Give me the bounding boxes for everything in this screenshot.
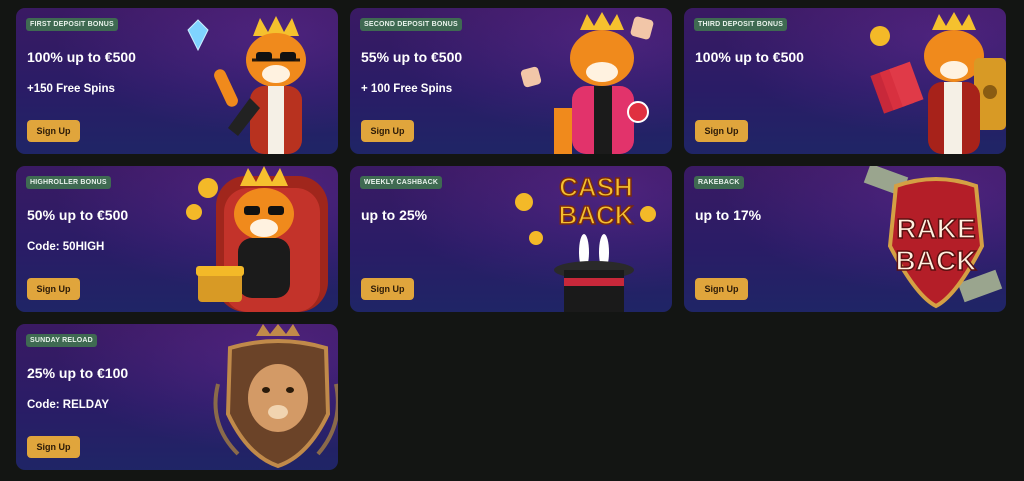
rakeback-shield-icon: RAKE BACK (836, 166, 1006, 312)
promo-badge: WEEKLY CASHBACK (360, 176, 443, 189)
promo-subtitle: Code: RELDAY (27, 399, 109, 411)
sign-up-button[interactable]: Sign Up (27, 120, 80, 142)
promo-subtitle: Code: 50HIGH (27, 241, 105, 253)
promo-subtitle: + 100 Free Spins (361, 83, 453, 95)
promo-title: 25% up to €100 (27, 365, 129, 381)
promo-card-weekly-cashback: WEEKLY CASHBACK up to 25% Sign Up CASH B… (350, 166, 672, 312)
promo-title: 55% up to €500 (361, 49, 463, 65)
sign-up-button[interactable]: Sign Up (695, 278, 748, 300)
promo-card-second-deposit: SECOND DEPOSIT BONUS 55% up to €500 + 10… (350, 8, 672, 154)
art-text-rake: RAKE (896, 213, 975, 244)
sign-up-button[interactable]: Sign Up (361, 120, 414, 142)
promo-title: 100% up to €500 (695, 49, 804, 65)
promo-card-sunday-reload: SUNDAY RELOAD 25% up to €100 Code: RELDA… (16, 324, 338, 470)
tiger-crest-icon (168, 324, 338, 470)
tiger-diamond-icon (168, 8, 338, 154)
tiger-dice-icon (502, 8, 672, 154)
sign-up-button[interactable]: Sign Up (695, 120, 748, 142)
promo-subtitle: +150 Free Spins (27, 83, 115, 95)
art-text-back: BACK (896, 245, 977, 276)
promo-card-rakeback: RAKEBACK up to 17% Sign Up RAKE BACK (684, 166, 1006, 312)
promo-badge: RAKEBACK (694, 176, 744, 189)
art-text-back: BACK (558, 200, 633, 230)
tiger-king-throne-icon (168, 166, 338, 312)
cashback-magic-hat-icon: CASH BACK (502, 166, 672, 312)
promo-badge: SECOND DEPOSIT BONUS (360, 18, 462, 31)
promo-card-first-deposit: FIRST DEPOSIT BONUS 100% up to €500 +150… (16, 8, 338, 154)
promo-title: 50% up to €500 (27, 207, 129, 223)
sign-up-button[interactable]: Sign Up (27, 278, 80, 300)
sign-up-button[interactable]: Sign Up (361, 278, 414, 300)
promo-title: 100% up to €500 (27, 49, 136, 65)
promo-title: up to 17% (695, 207, 762, 223)
promo-card-highroller: HIGHROLLER BONUS 50% up to €500 Code: 50… (16, 166, 338, 312)
promo-badge: FIRST DEPOSIT BONUS (26, 18, 118, 31)
art-text-cash: CASH (559, 172, 633, 202)
promo-badge: THIRD DEPOSIT BONUS (694, 18, 788, 31)
promo-card-third-deposit: THIRD DEPOSIT BONUS 100% up to €500 Sign… (684, 8, 1006, 154)
sign-up-button[interactable]: Sign Up (27, 436, 80, 458)
promo-badge: HIGHROLLER BONUS (26, 176, 111, 189)
promo-badge: SUNDAY RELOAD (26, 334, 97, 347)
tiger-money-safe-icon (836, 8, 1006, 154)
promo-title: up to 25% (361, 207, 428, 223)
